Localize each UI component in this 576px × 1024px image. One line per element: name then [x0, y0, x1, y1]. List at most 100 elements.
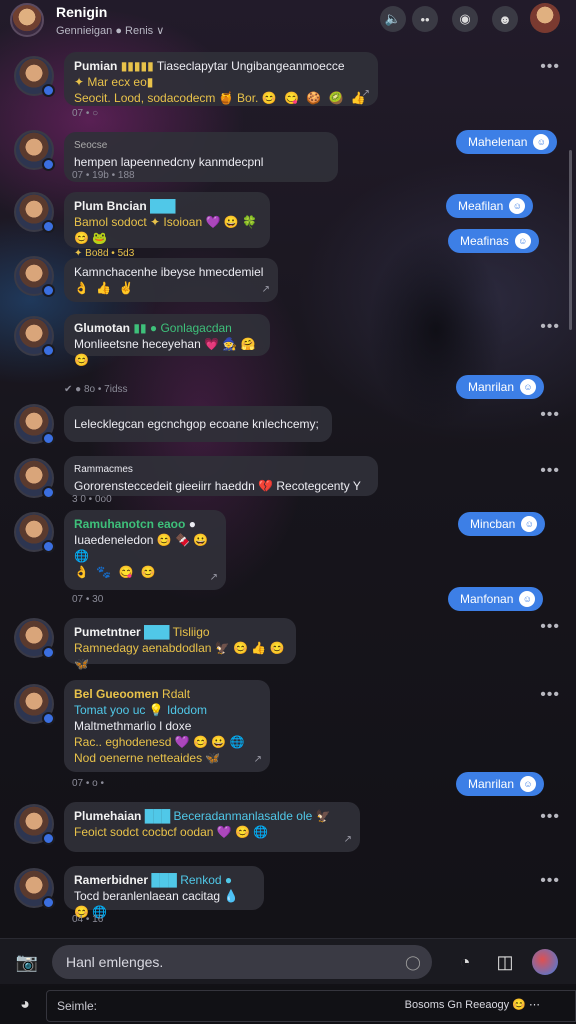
emoji-icon: ☺ — [519, 591, 536, 607]
discord-icon[interactable]: ◕ — [12, 992, 38, 1018]
emoji-reactions: 👌 🐾 😋 😊 — [74, 565, 158, 579]
outgoing-message[interactable]: Meafinas ☺ — [448, 229, 539, 253]
outgoing-message[interactable]: Mincban ☺ — [458, 512, 546, 536]
message-meta: 07 • 19b • 188 — [72, 170, 135, 181]
message-bubble[interactable]: Lelecklegcan egcnchgop ecoane knlechcemy… — [64, 406, 332, 442]
avatar[interactable] — [14, 868, 55, 909]
verified-badge-icon — [42, 84, 55, 97]
chat-subtitle[interactable]: Gennieigan ● Renis ∨ — [56, 24, 164, 37]
message-menu-icon[interactable]: ••• — [540, 872, 560, 890]
emoji-icon: ☺ — [521, 516, 538, 532]
message-menu-icon[interactable]: ••• — [540, 58, 560, 76]
avatar[interactable] — [14, 804, 55, 845]
verified-badge-icon — [42, 646, 55, 659]
camera-icon[interactable]: 📷 — [14, 949, 40, 975]
message-input[interactable]: Hanl emlenges. — [52, 945, 432, 979]
avatar[interactable] — [14, 256, 55, 297]
verified-badge-icon — [42, 540, 55, 553]
outgoing-text: Manrilan — [468, 777, 515, 791]
message-bubble[interactable]: Rammacmes Gororensteccedeit gieeiirr hae… — [64, 456, 378, 496]
message-bubble[interactable]: Ramuhanotcn eaoo ● Iuaedeneledon 😊 🍫 😀 🌐… — [64, 510, 226, 590]
clock-icon[interactable]: ◔ — [452, 949, 478, 975]
outgoing-text: Manfonan — [460, 592, 514, 606]
message-input-placeholder: Hanl emlenges. — [66, 954, 164, 970]
composer-bar: 📷 Hanl emlenges. ◯ ◔ ◫ — [0, 938, 576, 984]
message-menu-icon[interactable]: ••• — [540, 686, 560, 704]
group-avatar[interactable] — [10, 3, 44, 37]
message-text: Tisliigo — [172, 625, 210, 639]
emoji-icon: ☺ — [514, 233, 531, 249]
avatar[interactable] — [14, 684, 55, 725]
mute-icon[interactable]: 🔈 — [380, 6, 406, 32]
message-text: Seocit. Lood, sodacodecm 🍯 Bor. — [74, 91, 259, 105]
outgoing-message[interactable]: Manfonan ☺ — [448, 587, 544, 611]
message-text: Feoict sodct cocbcf oodan 💜 😊 🌐 — [74, 825, 269, 839]
message-text: Nod oenerne netteaides 🦋 — [74, 751, 221, 765]
message-text: Iuaedeneledon 😊 🍫 😀 🌐 — [74, 533, 209, 563]
message-text: hempen lapeennedcny kanmdecpnl — [74, 155, 264, 169]
message-text: Maltmethmarlio l doxe — [74, 719, 192, 733]
message-menu-icon[interactable]: ••• — [540, 462, 560, 480]
message-bubble[interactable]: Bel Gueoomen Rdalt Tomat yoo uc 💡 Idodom… — [64, 680, 270, 772]
message-bubble[interactable]: Ramerbidner ███ Renkod ● Tocd beranlenla… — [64, 866, 264, 919]
verified-badge-icon — [42, 486, 55, 499]
gift-icon[interactable]: ◫ — [492, 949, 518, 975]
sender-name: Plumehaian — [74, 809, 142, 823]
avatar[interactable] — [14, 56, 55, 97]
emoji-picker-icon[interactable]: ◯ — [400, 949, 426, 975]
message-bubble[interactable]: Kamnchacenhe ibeyse hmecdemiel 👌 👍 ✌ ↗ — [64, 258, 278, 302]
message-menu-icon[interactable]: ••• — [540, 808, 560, 826]
message-bubble[interactable]: Plumehaian ███ Beceradanmanlasalde ole 🦅… — [64, 802, 360, 852]
more-options-icon[interactable]: •• — [412, 6, 438, 32]
verified-badge-icon — [42, 344, 55, 357]
status-text: Bosoms Gn Reeaogy 😊 ⋯ — [404, 999, 540, 1011]
message-text: Tiaseclapytar Ungibangeanmoecce — [156, 59, 345, 73]
avatar[interactable] — [14, 316, 55, 357]
avatar[interactable] — [14, 512, 55, 553]
message-bubble[interactable]: Glumotan ▮▮ ● Gonlagacdan Monlieetsne he… — [64, 314, 270, 367]
emoji-reactions: 👌 👍 ✌ — [74, 281, 136, 295]
outgoing-message[interactable]: Mahelenan ☺ — [456, 130, 558, 154]
verified-badge-icon — [42, 284, 55, 297]
message-menu-icon[interactable]: ••• — [540, 318, 560, 336]
message-bubble[interactable]: Pumetntner ███ Tisliigo Ramnedagy aenabd… — [64, 618, 296, 671]
avatar[interactable] — [14, 458, 55, 499]
avatar[interactable] — [14, 404, 55, 445]
avatar[interactable] — [14, 130, 55, 171]
profile-avatar[interactable] — [530, 3, 560, 33]
message-meta: 04 • 16 — [72, 914, 104, 925]
emoji-icon[interactable]: ☻ — [492, 6, 518, 32]
user-avatar[interactable] — [532, 949, 558, 975]
avatar[interactable] — [14, 192, 55, 233]
message-bubble[interactable]: Pumian ▮▮▮▮▮ Tiaseclapytar Ungibangeanmo… — [64, 52, 378, 106]
outgoing-message[interactable]: Meafilan ☺ — [446, 194, 534, 218]
avatar[interactable] — [14, 618, 55, 659]
outgoing-message[interactable]: Manrilan ☺ — [456, 772, 545, 796]
sender-name: Pumetntner — [74, 625, 141, 639]
emoji-icon: ☺ — [520, 379, 537, 395]
reaction-icon[interactable]: ↗ — [262, 282, 270, 298]
reaction-icon[interactable]: ↗ — [254, 752, 262, 768]
sender-tag: ▮▮▮▮▮ — [120, 59, 154, 73]
verified-badge-icon — [42, 432, 55, 445]
message-menu-icon[interactable]: ••• — [540, 406, 560, 424]
sender-name: Glumotan — [74, 321, 130, 335]
outgoing-message[interactable]: Manrilan ☺ — [456, 375, 545, 399]
reaction-icon[interactable]: ↗ — [344, 832, 352, 848]
verified-badge-icon — [42, 158, 55, 171]
sender-tag: ███ Renkod ● — [151, 873, 233, 887]
reaction-icon[interactable]: ↗ — [210, 570, 218, 586]
message-bubble[interactable]: Plum Bncian ███ Bamol sodoct ✦ Isoioan 💜… — [64, 192, 270, 259]
message-text: Bamol sodoct ✦ Isoioan 💜 😀 🍀 😊 🐸 — [74, 215, 257, 245]
sender-tag: ███ — [144, 625, 170, 639]
video-call-icon[interactable]: ◉ — [452, 6, 478, 32]
chat-title[interactable]: Renigin — [56, 4, 107, 20]
outgoing-text: Manrilan — [468, 380, 515, 394]
reaction-icon[interactable]: ↗ — [362, 86, 370, 102]
outgoing-text: Meafinas — [460, 234, 509, 248]
scrollbar[interactable] — [569, 150, 572, 330]
sender-name: Seocse — [74, 140, 108, 151]
message-menu-icon[interactable]: ••• — [540, 618, 560, 636]
sender-tag: ● — [188, 517, 196, 531]
message-text: Rac.. eghodenesd 💜 😊 😀 🌐 — [74, 735, 245, 749]
